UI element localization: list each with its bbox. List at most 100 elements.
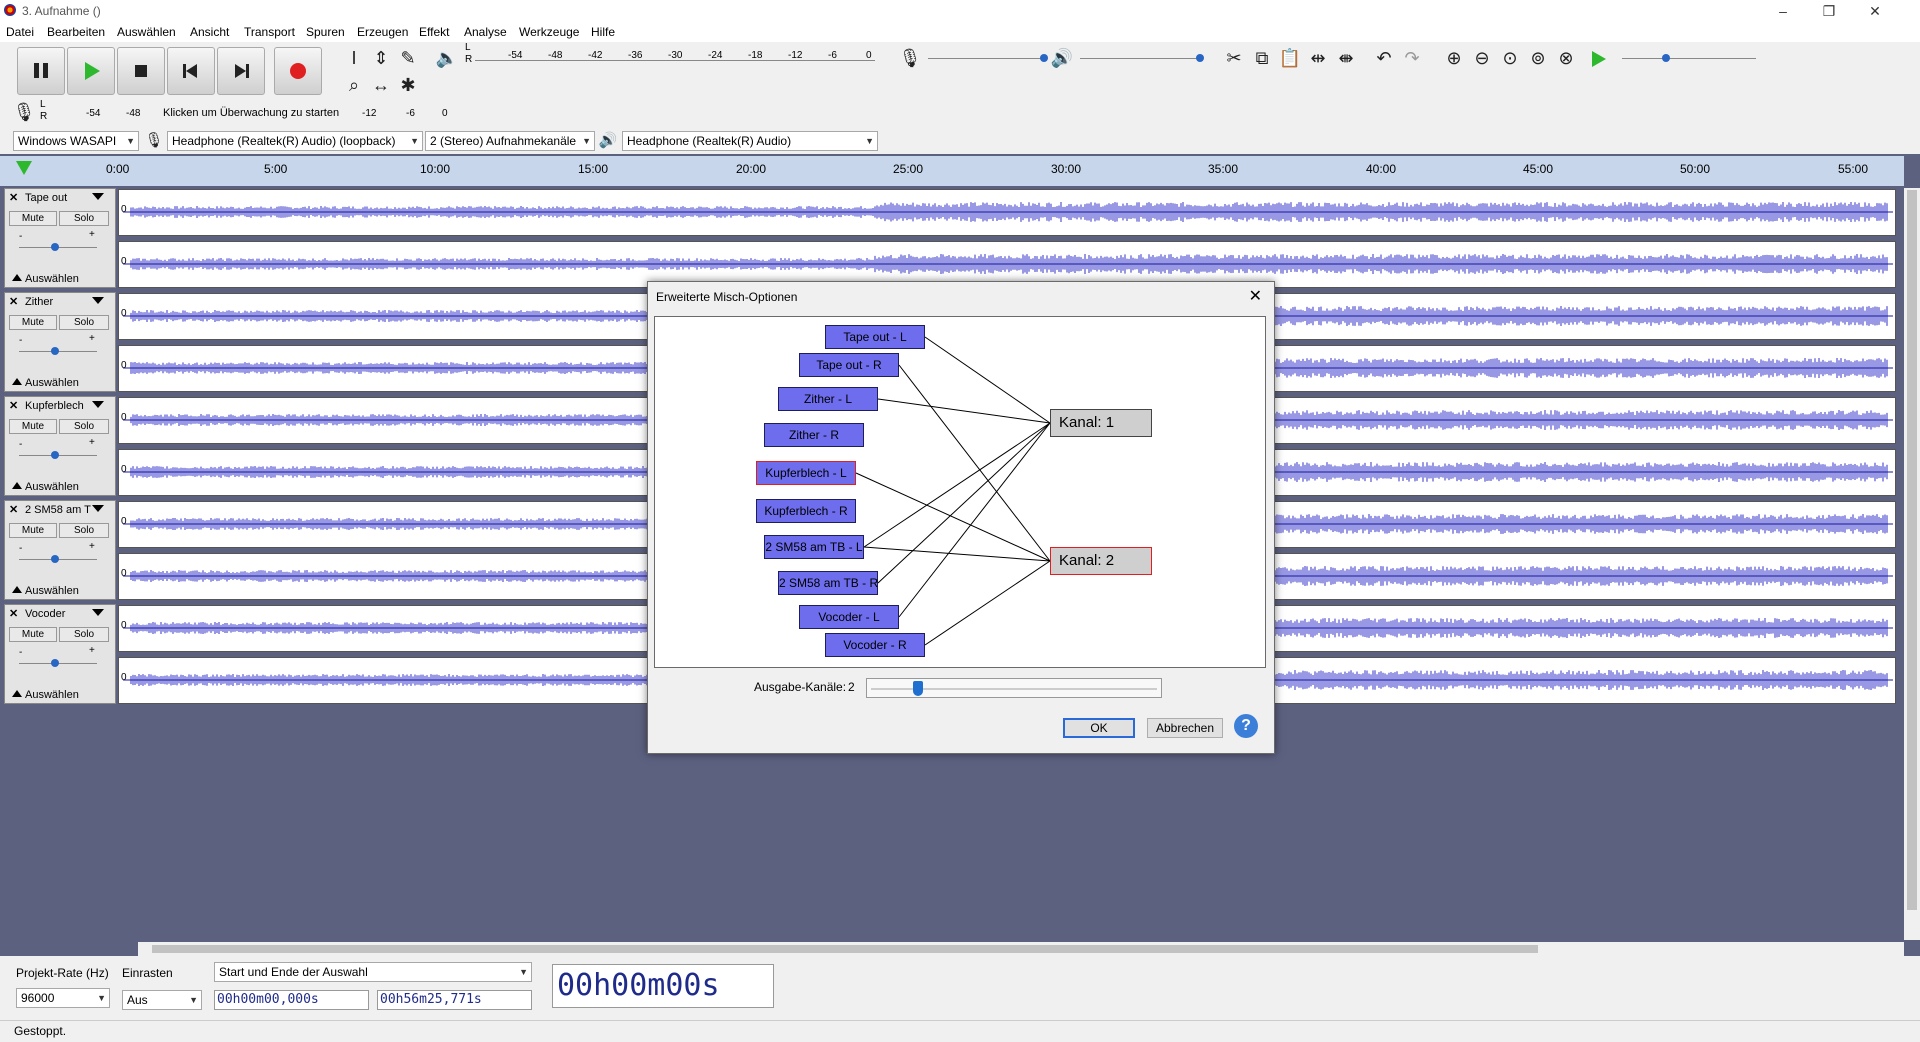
recording-volume-slider[interactable] <box>928 58 1046 59</box>
track-select-button[interactable]: Auswählen <box>25 689 79 701</box>
undo-icon[interactable]: ↶ <box>1372 46 1396 70</box>
play-button[interactable] <box>67 47 115 95</box>
track-name[interactable]: Kupferblech <box>25 400 91 412</box>
play-at-speed-icon[interactable] <box>1592 51 1606 67</box>
audio-host-select[interactable]: Windows WASAPI ▼ <box>13 131 139 151</box>
selection-end-time[interactable]: 00h56m25,771s <box>377 990 532 1010</box>
track-menu-chevron-icon[interactable] <box>92 609 104 616</box>
track-close-icon[interactable]: ✕ <box>9 191 18 204</box>
input-channel-vocoder-l[interactable]: Vocoder - L <box>799 605 899 629</box>
collapse-track-icon[interactable] <box>12 586 22 593</box>
playback-volume-knob[interactable] <box>1196 54 1204 62</box>
menu-ansicht[interactable]: Ansicht <box>190 25 229 39</box>
cut-icon[interactable]: ✂ <box>1222 46 1246 70</box>
zoom-toggle-icon[interactable]: ⊗ <box>1554 46 1578 70</box>
output-channels-slider[interactable] <box>866 678 1162 698</box>
mute-button[interactable]: Mute <box>9 523 57 538</box>
recording-channels-select[interactable]: 2 (Stereo) Aufnahmekanäle ▼ <box>425 131 595 151</box>
track-menu-chevron-icon[interactable] <box>92 505 104 512</box>
horizontal-scrollbar[interactable] <box>138 942 1904 956</box>
track-select-button[interactable]: Auswählen <box>25 377 79 389</box>
vertical-scrollbar[interactable] <box>1904 188 1920 940</box>
cancel-button[interactable]: Abbrechen <box>1147 718 1223 738</box>
collapse-track-icon[interactable] <box>12 690 22 697</box>
menu-werkzeuge[interactable]: Werkzeuge <box>519 25 579 39</box>
track-menu-chevron-icon[interactable] <box>92 297 104 304</box>
timeline-ruler[interactable]: 0:00 5:00 10:00 15:00 20:00 25:00 30:00 … <box>0 156 1904 186</box>
waveform-channel-left[interactable]: 0 <box>118 189 1896 236</box>
selection-mode-select[interactable]: Start und Ende der Auswahl ▼ <box>214 962 532 982</box>
solo-button[interactable]: Solo <box>59 315 109 330</box>
input-channel-tape-out-l[interactable]: Tape out - L <box>825 325 925 349</box>
close-window-button[interactable]: ✕ <box>1852 0 1898 22</box>
menu-erzeugen[interactable]: Erzeugen <box>357 25 408 39</box>
redo-icon[interactable]: ↷ <box>1400 46 1424 70</box>
output-channel-2[interactable]: Kanal: 2 <box>1050 547 1152 575</box>
record-meter-hint[interactable]: Klicken um Überwachung zu starten <box>163 107 339 119</box>
audio-position-time[interactable]: 00h00m00s <box>552 964 774 1008</box>
selection-tool-icon[interactable]: I <box>342 46 366 70</box>
envelope-tool-icon[interactable]: ⇕ <box>369 46 393 70</box>
menu-transport[interactable]: Transport <box>244 25 295 39</box>
fit-project-icon[interactable]: ⊚ <box>1526 46 1550 70</box>
stop-button[interactable] <box>117 47 165 95</box>
input-channel-vocoder-r[interactable]: Vocoder - R <box>825 633 925 657</box>
gain-slider-knob[interactable] <box>51 243 59 251</box>
gain-slider-knob[interactable] <box>51 555 59 563</box>
track-control-panel[interactable]: ✕ Zither Mute Solo - + Auswählen <box>4 292 116 392</box>
collapse-track-icon[interactable] <box>12 482 22 489</box>
input-channel-sm58-l[interactable]: 2 SM58 am TB - L <box>764 535 864 559</box>
track-name[interactable]: Zither <box>25 296 91 308</box>
track-select-button[interactable]: Auswählen <box>25 585 79 597</box>
mute-button[interactable]: Mute <box>9 419 57 434</box>
mute-button[interactable]: Mute <box>9 627 57 642</box>
pause-button[interactable] <box>17 47 65 95</box>
gain-slider-knob[interactable] <box>51 451 59 459</box>
timeline-play-head-icon[interactable] <box>16 161 32 175</box>
recording-device-select[interactable]: Headphone (Realtek(R) Audio) (loopback) ▼ <box>167 131 423 151</box>
close-icon[interactable]: ✕ <box>1249 286 1262 306</box>
track-control-panel[interactable]: ✕ Kupferblech Mute Solo - + Auswählen <box>4 396 116 496</box>
copy-icon[interactable]: ⧉ <box>1250 46 1274 70</box>
input-channel-zither-r[interactable]: Zither - R <box>764 423 864 447</box>
mute-button[interactable]: Mute <box>9 315 57 330</box>
silence-icon[interactable]: ⇼ <box>1334 46 1358 70</box>
zoom-tool-icon[interactable]: ⌕ <box>342 73 366 97</box>
track-name[interactable]: 2 SM58 am TB <box>25 504 91 516</box>
timeshift-tool-icon[interactable]: ↔ <box>369 73 393 97</box>
multi-tool-icon[interactable]: ✱ <box>396 73 420 97</box>
input-channel-sm58-r[interactable]: 2 SM58 am TB - R <box>778 571 878 595</box>
input-channel-kupferblech-r[interactable]: Kupferblech - R <box>756 499 856 523</box>
menu-bearbeiten[interactable]: Bearbeiten <box>47 25 105 39</box>
output-channel-1[interactable]: Kanal: 1 <box>1050 409 1152 437</box>
solo-button[interactable]: Solo <box>59 419 109 434</box>
output-channels-slider-thumb[interactable] <box>913 681 923 696</box>
track-select-button[interactable]: Auswählen <box>25 273 79 285</box>
track-name[interactable]: Vocoder <box>25 608 91 620</box>
minimize-button[interactable]: – <box>1760 0 1806 22</box>
restore-button[interactable]: ❐ <box>1806 0 1852 22</box>
playback-device-select[interactable]: Headphone (Realtek(R) Audio) ▼ <box>622 131 878 151</box>
collapse-track-icon[interactable] <box>12 274 22 281</box>
track-menu-chevron-icon[interactable] <box>92 401 104 408</box>
speaker-meter-icon[interactable]: 🔈 <box>435 46 459 70</box>
track-name[interactable]: Tape out <box>25 192 91 204</box>
solo-button[interactable]: Solo <box>59 523 109 538</box>
fit-selection-icon[interactable]: ⊙ <box>1498 46 1522 70</box>
draw-tool-icon[interactable]: ✎ <box>396 46 420 70</box>
skip-start-button[interactable] <box>167 47 215 95</box>
playback-volume-slider[interactable] <box>1080 58 1202 59</box>
ok-button[interactable]: OK <box>1063 718 1135 738</box>
track-control-panel[interactable]: ✕ 2 SM58 am TB Mute Solo - + Auswählen <box>4 500 116 600</box>
vertical-scroll-thumb[interactable] <box>1907 190 1917 910</box>
track-close-icon[interactable]: ✕ <box>9 607 18 620</box>
track-close-icon[interactable]: ✕ <box>9 295 18 308</box>
menu-effekt[interactable]: Effekt <box>419 25 449 39</box>
gain-slider-knob[interactable] <box>51 347 59 355</box>
track-control-panel[interactable]: ✕ Tape out Mute Solo - + Auswählen <box>4 188 116 288</box>
mix-matrix-canvas[interactable]: Tape out - L Tape out - R Zither - L Zit… <box>654 316 1266 668</box>
play-speed-slider[interactable] <box>1622 58 1756 59</box>
zoom-out-icon[interactable]: ⊖ <box>1470 46 1494 70</box>
recording-volume-knob[interactable] <box>1040 54 1048 62</box>
gain-slider-knob[interactable] <box>51 659 59 667</box>
